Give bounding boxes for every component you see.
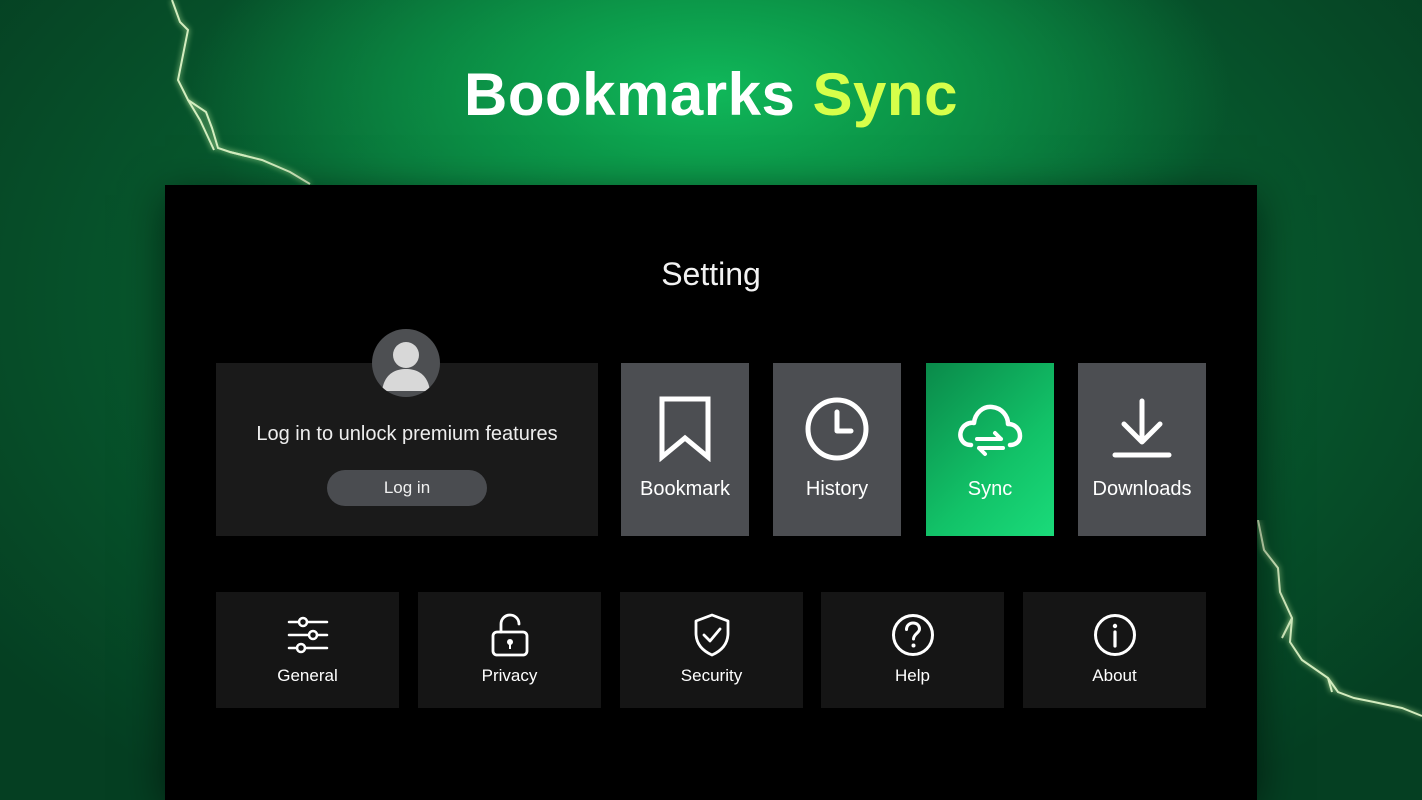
menu-about-label: About [1092,666,1137,685]
lightning-bolt-right-decoration [1257,520,1422,717]
cloud-sync-icon [926,393,1054,465]
menu-general[interactable]: General [216,592,399,708]
headline-accent-text: Sync [812,61,958,128]
tile-sync-label: Sync [967,478,1013,500]
headline-text: Bookmarks [464,61,796,128]
login-message: Log in to unlock premium features [256,423,558,445]
tile-downloads[interactable]: Downloads [1078,363,1206,536]
tile-history-label: History [805,478,869,500]
menu-privacy[interactable]: Privacy [418,592,601,708]
unlock-icon [418,612,601,658]
menu-about[interactable]: About [1023,592,1206,708]
bookmark-icon [621,393,749,465]
shield-check-icon [620,612,803,658]
info-icon [1023,612,1206,658]
download-icon [1078,393,1206,465]
tile-bookmark-label: Bookmark [639,478,731,500]
headline: Bookmarks Sync [0,60,1422,129]
tile-sync[interactable]: Sync [926,363,1054,536]
question-icon [821,612,1004,658]
tile-downloads-label: Downloads [1092,478,1192,500]
tile-history[interactable]: History [773,363,901,536]
menu-security[interactable]: Security [620,592,803,708]
panel-title: Setting [661,256,761,292]
clock-icon [773,393,901,465]
sliders-icon [216,612,399,658]
menu-help[interactable]: Help [821,592,1004,708]
menu-general-label: General [277,666,338,685]
menu-help-label: Help [895,666,930,685]
menu-security-label: Security [680,666,743,685]
menu-privacy-label: Privacy [481,666,538,685]
user-avatar-icon [372,329,440,397]
login-button[interactable]: Log in [327,470,487,506]
tile-bookmark[interactable]: Bookmark [621,363,749,536]
